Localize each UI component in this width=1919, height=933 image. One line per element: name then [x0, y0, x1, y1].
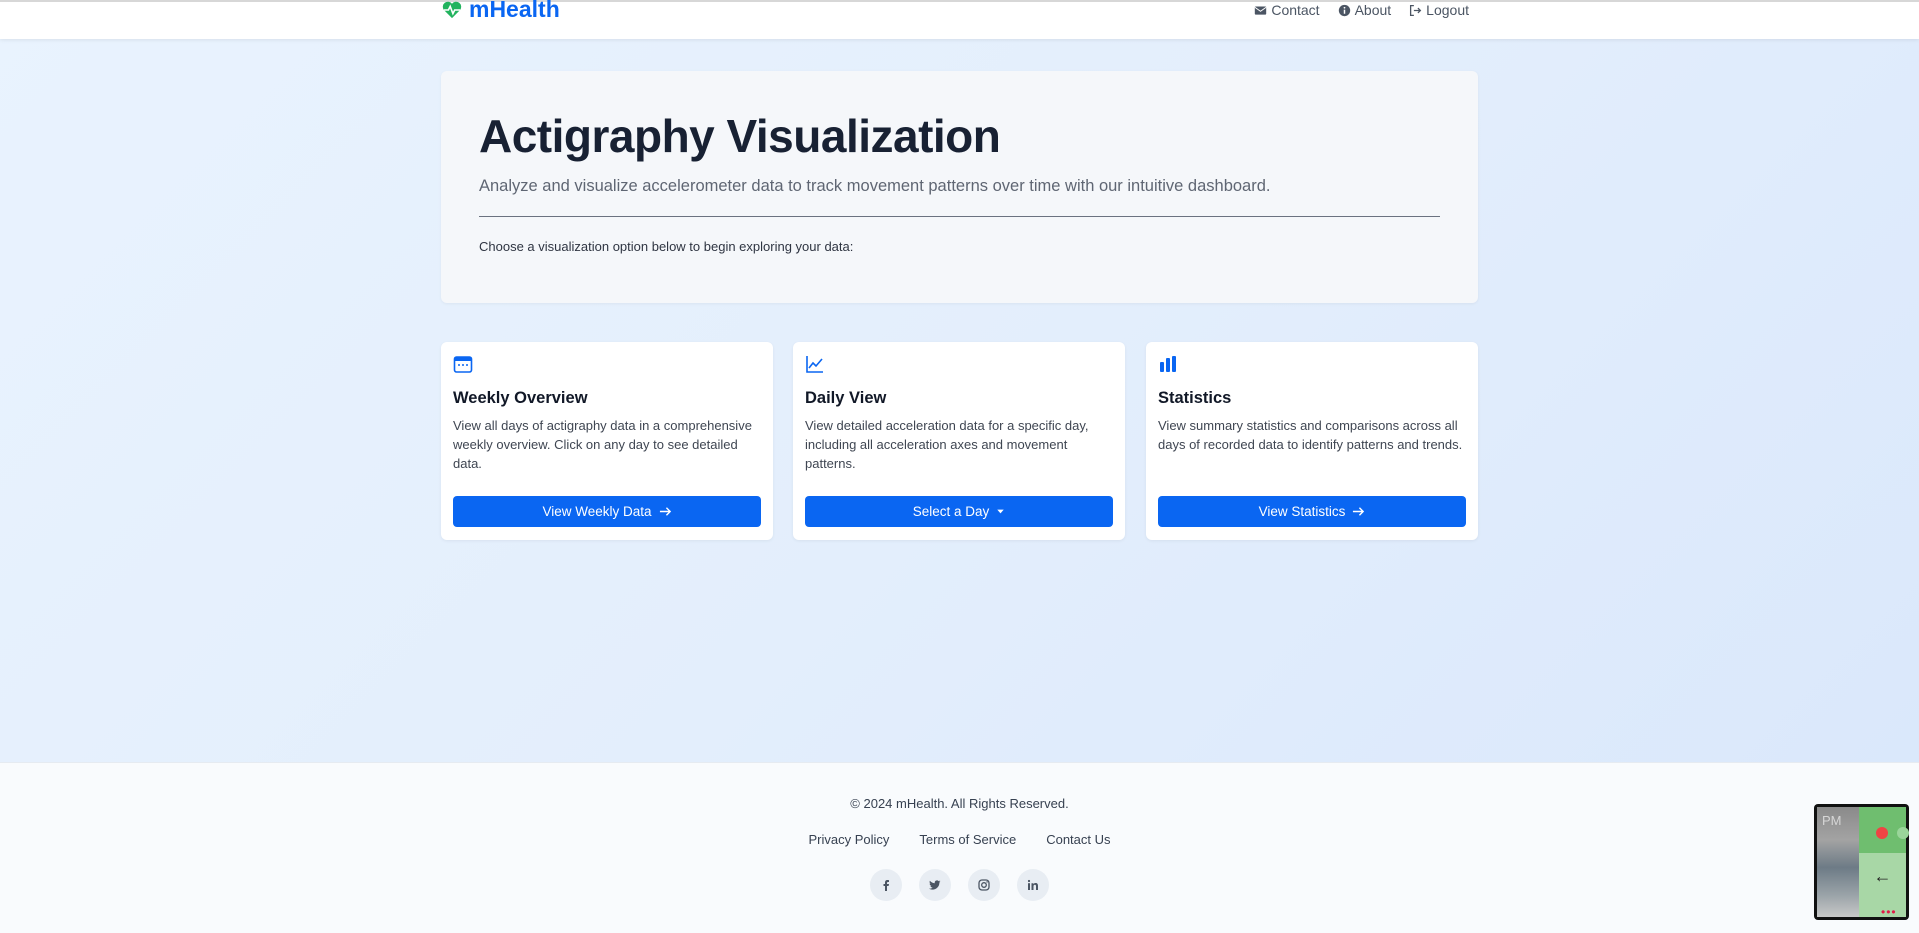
brand-logo[interactable]: mHealth — [441, 0, 560, 23]
copyright-text: © 2024 mHealth. All Rights Reserved. — [850, 796, 1069, 811]
time-fragment: PM — [1822, 813, 1842, 828]
twitter-icon[interactable] — [919, 869, 951, 901]
facebook-icon[interactable] — [870, 869, 902, 901]
envelope-icon — [1254, 5, 1267, 15]
widget-controls: ← ••• — [1859, 807, 1909, 919]
bar-chart-icon — [1160, 356, 1176, 372]
line-chart-icon — [806, 356, 823, 373]
arrow-right-icon — [1353, 507, 1365, 516]
nav-about-link[interactable]: About — [1338, 2, 1392, 18]
button-label: View Statistics — [1258, 504, 1346, 519]
nav-logout-link[interactable]: Logout — [1409, 2, 1469, 18]
info-icon — [1338, 4, 1350, 16]
nav-contact-link[interactable]: Contact — [1254, 2, 1320, 18]
more-dots-icon[interactable]: ••• — [1881, 905, 1897, 919]
navbar: mHealth Contact About Logout — [0, 0, 1919, 39]
heart-pulse-icon — [442, 1, 462, 18]
logout-icon — [1410, 4, 1422, 16]
nav-links: Contact About Logout — [1254, 2, 1469, 18]
view-statistics-button[interactable]: View Statistics — [1158, 496, 1466, 527]
page-title: Actigraphy Visualization — [479, 110, 1001, 162]
card-daily-view: Daily View View detailed acceleration da… — [793, 342, 1125, 540]
instagram-icon[interactable] — [968, 869, 1000, 901]
social-links — [0, 869, 1919, 901]
record-indicator-icon — [1876, 827, 1888, 839]
caret-down-icon — [997, 509, 1004, 514]
footer-link-privacy-policy[interactable]: Privacy Policy — [808, 832, 889, 847]
card-text: View detailed acceleration data for a sp… — [805, 418, 1089, 471]
card-weekly-overview: Weekly Overview View all days of actigra… — [441, 342, 773, 540]
back-arrow-icon[interactable]: ← — [1859, 861, 1906, 891]
card-text: View all days of actigraphy data in a co… — [453, 418, 752, 471]
view-weekly-data-button[interactable]: View Weekly Data — [453, 496, 761, 527]
select-a-day-button[interactable]: Select a Day — [805, 496, 1113, 527]
nav-logout-label: Logout — [1426, 2, 1469, 18]
arrow-right-icon — [659, 507, 671, 516]
hero-panel: Actigraphy Visualization Analyze and vis… — [441, 71, 1478, 303]
card-title: Daily View — [805, 389, 887, 407]
hero-divider — [479, 216, 1440, 217]
nav-contact-label: Contact — [1271, 2, 1320, 18]
hero-prompt: Choose a visualization option below to b… — [479, 239, 854, 254]
footer-link-contact-us[interactable]: Contact Us — [1046, 832, 1110, 847]
footer: © 2024 mHealth. All Rights Reserved. Pri… — [0, 762, 1919, 933]
status-dot-icon — [1897, 827, 1909, 839]
footer-links: Privacy Policy Terms of Service Contact … — [0, 832, 1919, 847]
calendar-icon — [453, 356, 473, 373]
button-label: View Weekly Data — [542, 504, 652, 519]
linkedin-icon[interactable] — [1017, 869, 1049, 901]
hero-lead: Analyze and visualize accelerometer data… — [479, 177, 1271, 195]
card-statistics: Statistics View summary statistics and c… — [1146, 342, 1478, 540]
floating-video-widget[interactable]: PM ← ••• — [1814, 804, 1909, 920]
card-title: Statistics — [1158, 389, 1232, 407]
brand-name: mHealth — [469, 0, 560, 22]
footer-link-terms-of-service[interactable]: Terms of Service — [919, 832, 1016, 847]
nav-about-label: About — [1354, 2, 1392, 18]
card-text: View summary statistics and comparisons … — [1158, 418, 1463, 452]
button-label: Select a Day — [912, 504, 990, 519]
card-title: Weekly Overview — [453, 389, 588, 407]
video-preview: PM — [1817, 807, 1859, 917]
